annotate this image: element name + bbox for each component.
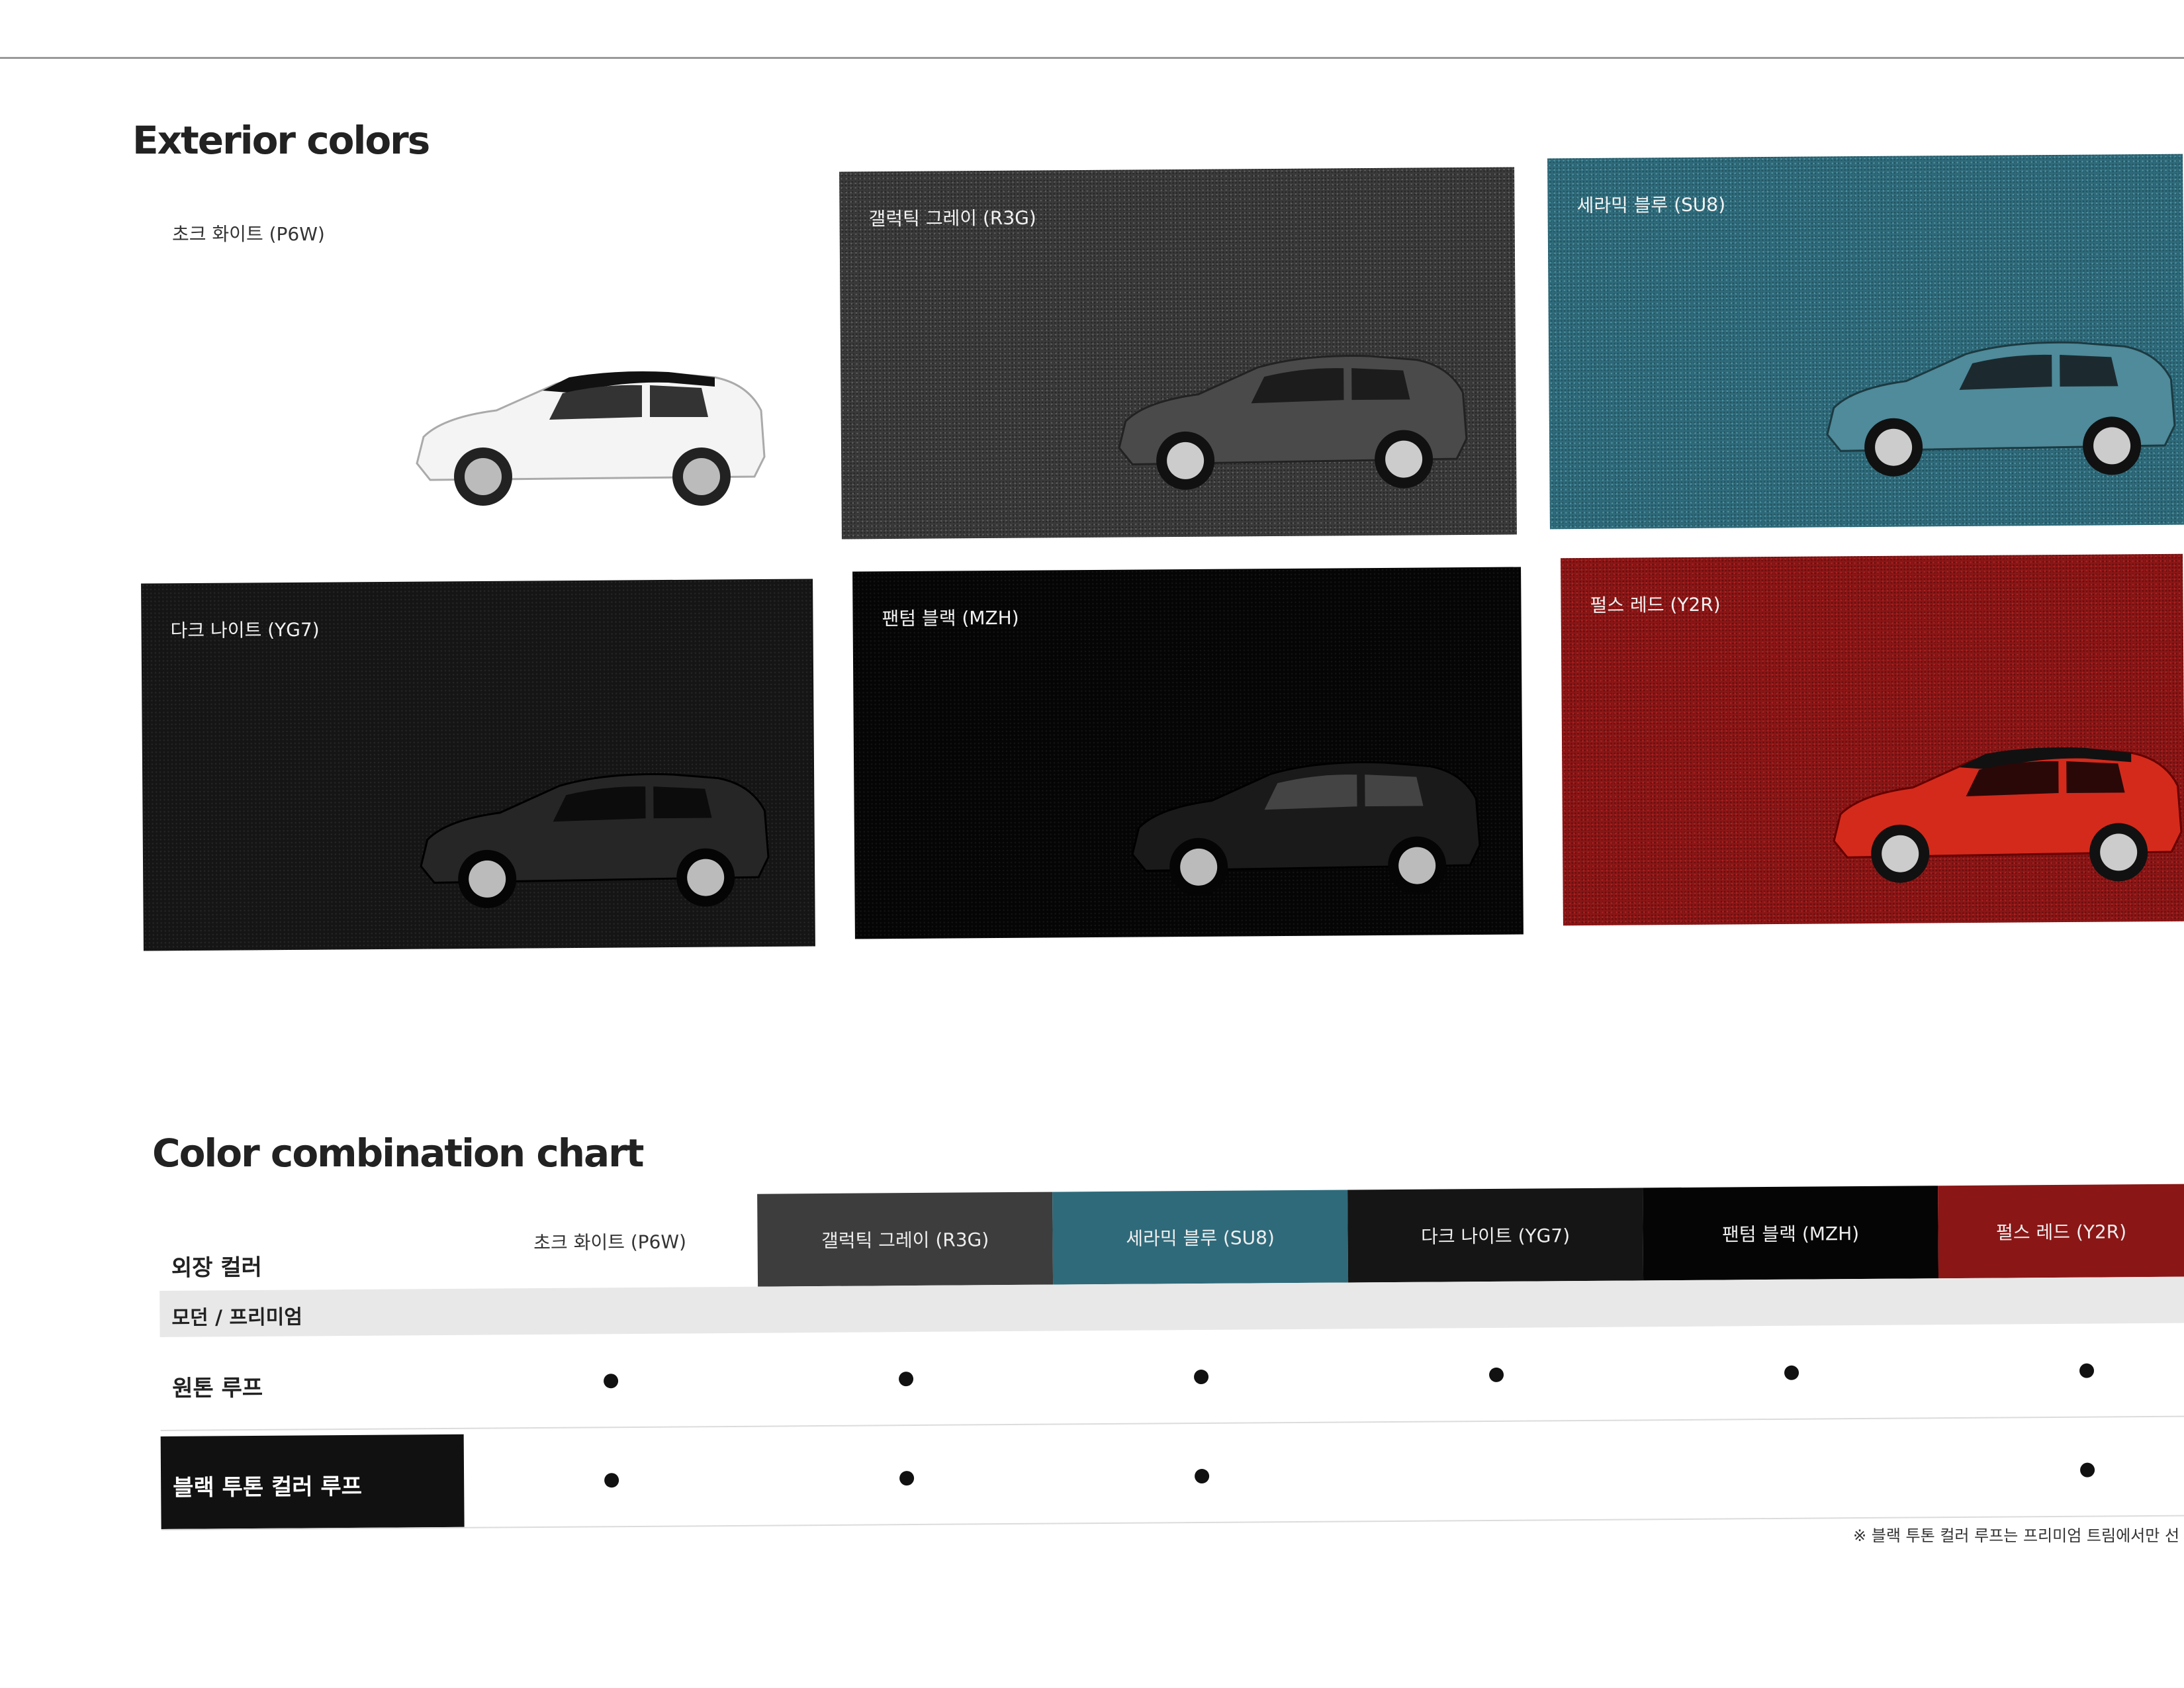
swatch-ceramic-blue: 세라믹 블루 (SU8) [1547, 154, 2184, 530]
availability-dot [604, 1473, 619, 1488]
col-ceramic-blue: 세라믹 블루 (SU8) [1052, 1190, 1349, 1285]
exterior-colors-title: Exterior colors [132, 118, 430, 163]
availability-dot [604, 1374, 619, 1389]
swatch-label: 펄스 레드 (Y2R) [1590, 593, 1721, 616]
row-black-two-tone-roof: 블랙 투톤 컬러 루프 [160, 1423, 2184, 1529]
color-combination-table: 외장 컬러 초크 화이트 (P6W) 갤럭틱 그레이 (R3G) 세라믹 블루 … [159, 1171, 2184, 1556]
availability-dot [1488, 1367, 1504, 1382]
trim-label: 모던 / 프리미엄 [171, 1305, 302, 1330]
availability-dot [2080, 1462, 2095, 1477]
swatch-label: 세라믹 블루 (SU8) [1576, 193, 1726, 217]
car-image [420, 773, 770, 908]
footnote: ※ 블랙 투톤 컬러 루프는 프리미엄 트림에서만 선 [1853, 1526, 2180, 1545]
color-combination-title: Color combination chart [152, 1131, 645, 1176]
swatch-label: 다크 나이트 (YG7) [170, 618, 320, 642]
col-galactic-gray: 갤럭틱 그레이 (R3G) [757, 1192, 1054, 1287]
swatch-phantom-black: 팬텀 블랙 (MZH) [852, 567, 1524, 939]
col-chalk-white: 초크 화이트 (P6W) [462, 1194, 758, 1289]
swatch-label: 팬텀 블랙 (MZH) [882, 606, 1019, 630]
col-dark-knight: 다크 나이트 (YG7) [1347, 1188, 1644, 1283]
row-one-tone-roof: 원톤 루프 [160, 1323, 2184, 1430]
header-row: 외장 컬러 초크 화이트 (P6W) 갤럭틱 그레이 (R3G) 세라믹 블루 … [159, 1184, 2184, 1291]
availability-dot [1784, 1365, 1799, 1380]
availability-dot [1193, 1369, 1209, 1385]
swatch-galactic-gray: 갤럭틱 그레이 (R3G) [839, 167, 1517, 539]
car-image [1131, 761, 1481, 896]
car-image [1118, 355, 1468, 490]
top-rule [0, 57, 2184, 59]
availability-dot [2079, 1363, 2095, 1378]
row-label: 원톤 루프 [172, 1374, 263, 1402]
row-label: 블랙 투톤 컬러 루프 [173, 1473, 363, 1501]
swatch-chalk-white: 초크 화이트 (P6W) [152, 199, 814, 543]
swatch-label: 갤럭틱 그레이 (R3G) [868, 207, 1036, 230]
availability-dot [898, 1372, 914, 1387]
availability-dot [1195, 1468, 1210, 1484]
col-pulse-red: 펄스 레드 (Y2R) [1938, 1184, 2184, 1279]
car-image [416, 371, 766, 506]
swatch-label: 초크 화이트 (P6W) [172, 223, 325, 245]
col-phantom-black: 팬텀 블랙 (MZH) [1643, 1186, 1939, 1281]
car-image [1833, 747, 2183, 883]
swatch-pulse-red: 펄스 레드 (Y2R) [1561, 553, 2184, 926]
availability-dot [899, 1471, 915, 1486]
swatch-dark-knight: 다크 나이트 (YG7) [141, 579, 815, 951]
exterior-color-label: 외장 컬러 [171, 1254, 262, 1282]
car-image [1826, 341, 2176, 477]
